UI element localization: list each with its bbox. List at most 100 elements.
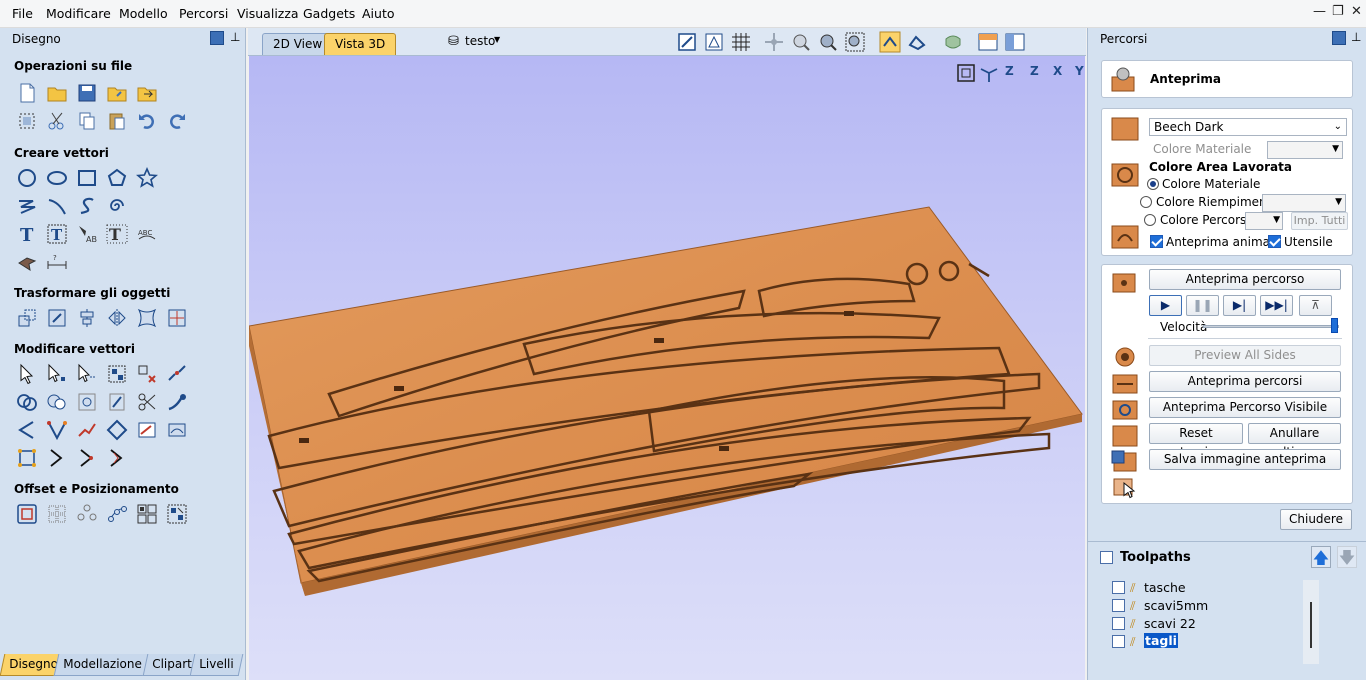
material-dropdown[interactable]: Beech Dark ⌄ [1149, 118, 1347, 136]
subtract-vectors-icon[interactable] [46, 391, 68, 413]
zoom-in-icon[interactable] [817, 31, 839, 53]
radio-fill-color[interactable] [1140, 196, 1152, 208]
material-color-picker[interactable]: ▼ [1267, 141, 1343, 159]
arc-tool-icon[interactable] [46, 195, 68, 217]
zoom-box-icon[interactable] [790, 31, 812, 53]
circular-array-icon[interactable] [76, 503, 98, 525]
preview-paths-button[interactable]: Anteprima percorsi [1149, 371, 1341, 392]
fit-view-icon[interactable] [955, 62, 977, 84]
distort-object-icon[interactable] [136, 307, 158, 329]
select-tool-icon[interactable] [16, 363, 38, 385]
import-file-icon[interactable] [106, 82, 128, 104]
layer-dropdown[interactable]: testo [465, 34, 495, 48]
dimension-tool-icon[interactable]: ? [46, 251, 68, 273]
list-item[interactable]: ⫽ scavi5mm [1100, 597, 1320, 615]
pin-icon[interactable]: ⊥ [1351, 30, 1361, 44]
move-object-icon[interactable] [16, 307, 38, 329]
extend-vector-icon[interactable] [76, 419, 98, 441]
menu-modello[interactable]: Modello [119, 6, 168, 21]
tab-modellazione[interactable]: Modellazione [53, 654, 152, 676]
tab-2d-view[interactable]: 2D View [262, 33, 334, 55]
save-file-icon[interactable] [76, 82, 98, 104]
intersect-vectors-icon[interactable] [76, 391, 98, 413]
scissors-trim-icon[interactable] [136, 391, 158, 413]
toolpath-list-scrollbar[interactable] [1303, 580, 1319, 664]
fast-forward-button[interactable]: ▶▶| [1260, 295, 1293, 316]
view-side-y[interactable]: Y [1075, 64, 1084, 78]
corner-arrow-red-icon[interactable] [76, 447, 98, 469]
polygon-tool-icon[interactable] [106, 167, 128, 189]
preview-all-sides-button[interactable]: Preview All Sides [1149, 345, 1341, 366]
smooth-vectors-icon[interactable] [166, 391, 188, 413]
text-on-curve-icon[interactable]: AB [76, 223, 98, 245]
move-down-button[interactable]: 🡇 [1337, 546, 1357, 568]
pause-button[interactable]: ❚❚ [1186, 295, 1219, 316]
corner-arrow-alt-icon[interactable] [106, 447, 128, 469]
skip-to-end-button[interactable]: ⊼ [1299, 295, 1332, 316]
measure-icon[interactable] [703, 31, 725, 53]
grid-icon[interactable] [730, 31, 752, 53]
circle-tool-icon[interactable] [16, 167, 38, 189]
zoom-fit-icon[interactable] [844, 31, 866, 53]
set-origin-icon[interactable] [166, 307, 188, 329]
split-vertical-icon[interactable] [1004, 31, 1026, 53]
move-up-button[interactable]: 🡅 [1311, 546, 1331, 568]
toolpath-checkbox[interactable] [1112, 581, 1125, 594]
nesting-icon[interactable] [136, 503, 158, 525]
trace-bitmap-icon[interactable] [16, 251, 38, 273]
toolpath-view-icon[interactable] [906, 31, 928, 53]
join-vectors-icon[interactable] [166, 363, 188, 385]
split-horizontal-icon[interactable] [977, 31, 999, 53]
reset-preview-button[interactable]: Reset anteprima [1149, 423, 1243, 459]
mirror-object-icon[interactable] [106, 307, 128, 329]
menu-aiuto[interactable]: Aiuto [362, 6, 395, 21]
menu-visualizza[interactable]: Visualizza [237, 6, 299, 21]
scale-object-icon[interactable] [46, 307, 68, 329]
pan-view-icon[interactable] [763, 31, 785, 53]
tool-checkbox[interactable] [1268, 235, 1281, 248]
toolpath-checkbox[interactable] [1112, 617, 1125, 630]
node-edit-icon[interactable] [46, 363, 68, 385]
view-front-x[interactable]: X [1053, 64, 1062, 78]
fill-color-picker[interactable]: ▼ [1262, 194, 1346, 212]
curve-fit-icon[interactable] [166, 419, 188, 441]
line-tool-icon[interactable] [16, 419, 38, 441]
array-copy-icon[interactable] [46, 503, 68, 525]
open-file-icon[interactable] [46, 82, 68, 104]
offset-tool-icon[interactable] [16, 503, 38, 525]
text-edit-icon[interactable]: T [106, 223, 128, 245]
model-view-icon[interactable] [942, 31, 964, 53]
view-top-z[interactable]: Z [1005, 64, 1014, 78]
path-color-picker[interactable]: ▼ [1245, 212, 1283, 230]
text-arc-icon[interactable]: ABC [136, 223, 158, 245]
pin-icon[interactable]: ⊥ [230, 30, 240, 44]
preview-path-button[interactable]: Anteprima percorso [1149, 269, 1341, 290]
group-vectors-icon[interactable] [106, 363, 128, 385]
layer-icon[interactable]: ⛁ [448, 34, 459, 49]
3d-viewport[interactable]: Z Z X Y [249, 56, 1085, 680]
offset-corners-icon[interactable] [16, 447, 38, 469]
paste-icon[interactable] [106, 110, 128, 132]
text-box-tool-icon[interactable]: T [46, 223, 68, 245]
copy-along-vector-icon[interactable] [106, 503, 128, 525]
menu-modificare[interactable]: Modificare [46, 6, 111, 21]
restore-button[interactable]: ❐ [1332, 4, 1344, 19]
nodes-check-icon[interactable] [46, 419, 68, 441]
chevron-down-icon[interactable]: ▼ [494, 35, 500, 44]
ellipse-tool-icon[interactable] [46, 167, 68, 189]
iso-view-icon[interactable] [978, 62, 1000, 84]
view-bottom-z[interactable]: Z [1030, 64, 1039, 78]
toolpaths-select-all-checkbox[interactable] [1100, 551, 1113, 564]
render-mode-icon[interactable] [879, 31, 901, 53]
copy-icon[interactable] [76, 110, 98, 132]
list-item[interactable]: ⫽ tasche [1100, 579, 1320, 597]
curve-tool-icon[interactable] [76, 195, 98, 217]
snap-grid-icon[interactable] [676, 31, 698, 53]
cut-icon[interactable] [46, 110, 68, 132]
align-object-icon[interactable] [76, 307, 98, 329]
minimize-button[interactable]: — [1313, 4, 1326, 19]
radio-material-color[interactable] [1147, 178, 1159, 190]
step-forward-button[interactable]: ▶| [1223, 295, 1256, 316]
star-tool-icon[interactable] [135, 166, 159, 189]
text-tool-icon[interactable]: T [16, 223, 38, 246]
